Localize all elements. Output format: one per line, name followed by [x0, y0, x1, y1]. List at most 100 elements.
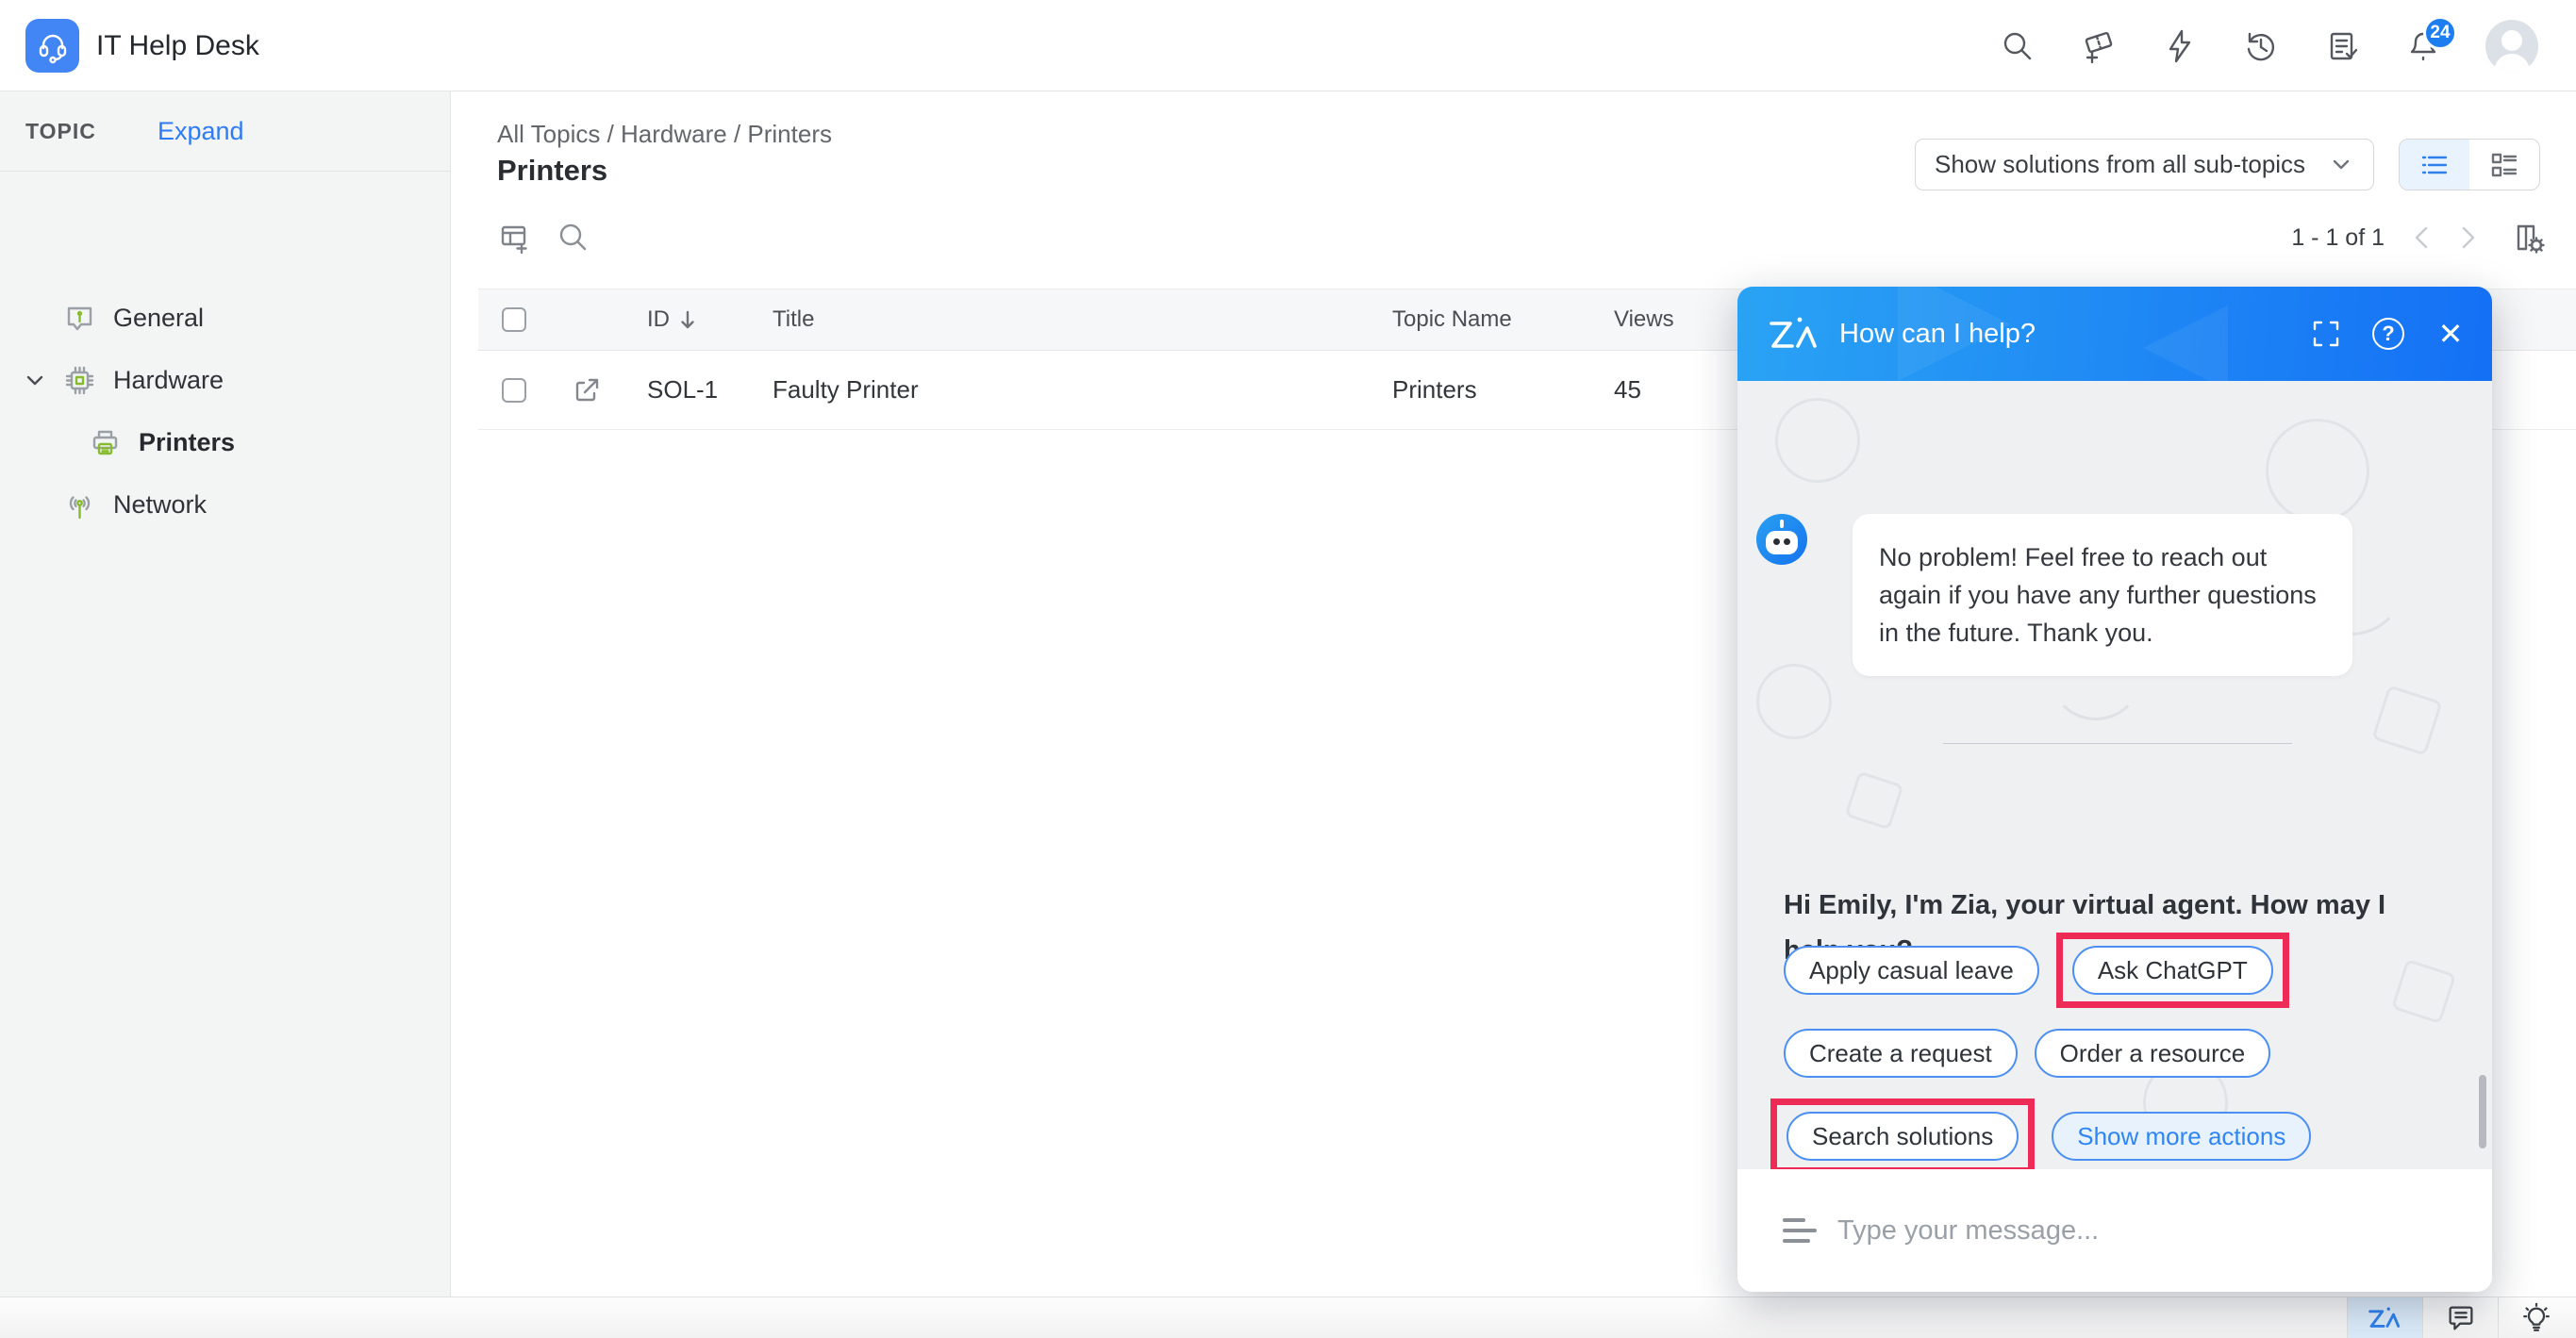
notifications-button[interactable]: 24 [2404, 15, 2457, 65]
sidebar-item-label: Printers [139, 427, 236, 456]
chat-help-button[interactable]: ? [2371, 317, 2405, 351]
pagination-range: 1 - 1 of 1 [2291, 223, 2385, 251]
message-input[interactable] [1837, 1214, 2492, 1247]
bot-message-bubble: No problem! Feel free to reach out again… [1853, 514, 2352, 676]
search-solutions-button[interactable]: Search solutions [1787, 1112, 2019, 1161]
app-title: IT Help Desk [96, 29, 259, 61]
quick-actions-button[interactable] [2161, 27, 2199, 65]
conversation-divider [1943, 743, 2292, 744]
list-toolbar [497, 220, 591, 256]
topic-tree: General Hardware Printers Network [0, 287, 450, 536]
sidebar-item-label: General [113, 303, 205, 332]
column-header-topic[interactable]: Topic Name [1359, 306, 1604, 333]
flash-icon [2169, 29, 2191, 62]
chat-messages-area: No problem! Feel free to reach out again… [1737, 381, 2492, 1169]
apply-casual-leave-button[interactable]: Apply casual leave [1784, 946, 2039, 995]
chevron-down-icon[interactable] [25, 370, 45, 390]
chip-icon [65, 366, 94, 394]
antenna-icon [69, 495, 91, 519]
page-title: Printers [497, 154, 608, 187]
sidebar-item-network[interactable]: Network [0, 473, 450, 536]
global-search-button[interactable] [1999, 27, 2036, 65]
column-header-views[interactable]: Views [1604, 306, 1755, 333]
zia-toggle-button[interactable] [2347, 1297, 2422, 1338]
show-more-actions-button[interactable]: Show more actions [2052, 1112, 2312, 1161]
create-request-button[interactable]: Create a request [1784, 1029, 2018, 1078]
bottom-utility-bar [0, 1297, 2576, 1338]
doodle [1844, 770, 1904, 831]
zia-icon [2368, 1307, 2400, 1328]
annotation-highlight-ask-chatgpt: Ask ChatGPT [2055, 933, 2289, 1008]
sidebar-item-general[interactable]: General [0, 287, 450, 349]
annotation-highlight-search-solutions: Search solutions [1770, 1098, 2036, 1169]
list-search-icon[interactable] [556, 220, 591, 256]
order-resource-button[interactable]: Order a resource [2034, 1029, 2271, 1078]
chevron-down-icon [2333, 159, 2350, 169]
list-view-toggle[interactable] [2400, 140, 2469, 190]
select-all-checkbox[interactable] [502, 307, 526, 332]
expand-chat-button[interactable] [2309, 317, 2343, 351]
expand-link[interactable]: Expand [158, 91, 244, 172]
row-checkbox[interactable] [502, 377, 526, 403]
breadcrumb[interactable]: All Topics / Hardware / Printers [497, 120, 832, 149]
add-view-icon[interactable] [497, 220, 533, 256]
bot-avatar [1756, 514, 1807, 565]
chat-header: How can I help? ? ✕ [1737, 287, 2492, 381]
cell-title[interactable]: Faulty Printer [756, 375, 1359, 405]
chat-input-bar [1737, 1169, 2492, 1292]
view-toggle [2399, 139, 2540, 190]
column-settings-icon[interactable] [2511, 220, 2547, 256]
sidebar-item-label: Network [113, 489, 208, 519]
doodle [1756, 664, 1832, 739]
topic-panel-label: TOPIC [25, 119, 96, 143]
tips-button[interactable] [2498, 1297, 2573, 1338]
fullscreen-icon [2313, 321, 2339, 347]
headset-icon [39, 34, 66, 63]
it-help-desk-app: IT Help Desk 24 TOPIC Expand General Har… [0, 0, 2576, 1338]
zia-chat-widget: How can I help? ? ✕ No problem! Feel fre… [1737, 287, 2492, 1292]
lightbulb-icon [2522, 1302, 2550, 1331]
message-menu-icon[interactable] [1783, 1218, 1817, 1243]
column-header-id[interactable]: ID [623, 306, 756, 333]
feedback-chat-button[interactable] [2422, 1297, 2498, 1338]
cell-topic: Printers [1392, 375, 1477, 404]
action-row-1: Apply casual leave Ask ChatGPT [1770, 931, 2289, 1010]
chat-bubble-icon [2448, 1305, 2473, 1330]
user-avatar[interactable] [2485, 19, 2538, 73]
card-view-toggle[interactable] [2469, 140, 2539, 190]
feedback-button[interactable] [2323, 27, 2361, 65]
printer-icon [92, 430, 118, 454]
open-in-new-icon[interactable] [571, 374, 603, 406]
header-decoration [2143, 306, 2228, 381]
history-icon [2247, 32, 2274, 60]
subtopic-filter-dropdown[interactable]: Show solutions from all sub-topics [1915, 139, 2374, 190]
close-chat-button[interactable]: ✕ [2434, 317, 2468, 351]
list-view-icon [2421, 156, 2448, 173]
next-page-icon[interactable] [2452, 223, 2483, 253]
ask-chatgpt-button[interactable]: Ask ChatGPT [2071, 946, 2273, 995]
bottom-right-tools [2347, 1297, 2573, 1338]
filter-selected-value: Show solutions from all sub-topics [1935, 150, 2306, 178]
top-header: IT Help Desk 24 [0, 0, 2576, 91]
header-actions: 24 [1999, 0, 2538, 91]
action-row-3: Search solutions Show more actions [1770, 1097, 2312, 1169]
doodle [2371, 685, 2443, 756]
search-icon [2003, 32, 2032, 59]
column-header-title[interactable]: Title [756, 306, 1359, 333]
app-logo[interactable] [25, 19, 79, 73]
action-row-2: Create a request Order a resource [1770, 1014, 2271, 1093]
prev-page-icon[interactable] [2407, 223, 2437, 253]
cell-views: 45 [1614, 375, 1641, 404]
sidebar-item-hardware[interactable]: Hardware [0, 349, 450, 411]
chat-scrollbar[interactable] [2479, 1075, 2486, 1148]
sidebar-item-printers[interactable]: Printers [0, 411, 450, 473]
card-view-icon [2491, 153, 2518, 176]
zia-logo-icon [1770, 317, 1817, 348]
ticket-add-button[interactable] [2080, 27, 2118, 65]
doodle [1775, 398, 1860, 483]
pagination: 1 - 1 of 1 [2291, 220, 2547, 256]
topic-panel-header: TOPIC Expand [0, 91, 450, 172]
history-button[interactable] [2242, 27, 2280, 65]
chat-header-actions: ? ✕ [2309, 287, 2468, 381]
info-bubble-icon [67, 306, 92, 330]
